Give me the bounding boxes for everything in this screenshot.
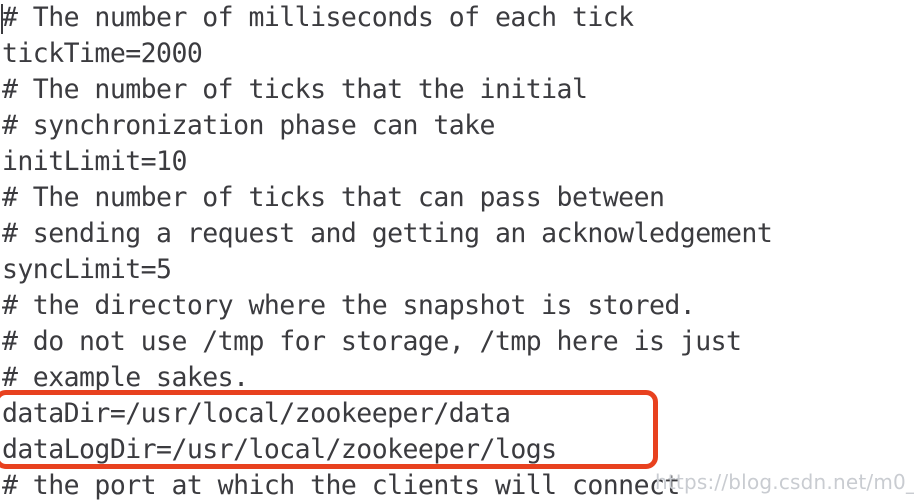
code-line-11[interactable]: # example sakes. — [2, 360, 249, 396]
text-caret — [1, 4, 3, 34]
code-line-5[interactable]: initLimit=10 — [2, 144, 187, 180]
code-line-8[interactable]: syncLimit=5 — [2, 252, 172, 288]
config-file-editor[interactable]: # The number of milliseconds of each tic… — [0, 0, 914, 504]
code-area[interactable]: # The number of milliseconds of each tic… — [0, 0, 914, 504]
code-line-2[interactable]: tickTime=2000 — [2, 36, 203, 72]
code-line-14[interactable]: # the port at which the clients will con… — [2, 468, 680, 504]
code-line-7[interactable]: # sending a request and getting an ackno… — [2, 216, 773, 252]
code-line-3[interactable]: # The number of ticks that the initial — [2, 72, 588, 108]
code-line-10[interactable]: # do not use /tmp for storage, /tmp here… — [2, 324, 742, 360]
site-watermark: https://blog.csdn.net/m0_37995169 — [655, 470, 914, 494]
code-line-13-datalogdir[interactable]: dataLogDir=/usr/local/zookeeper/logs — [2, 432, 557, 468]
code-line-4[interactable]: # synchronization phase can take — [2, 108, 496, 144]
code-line-6[interactable]: # The number of ticks that can pass betw… — [2, 180, 665, 216]
code-line-12-datadir[interactable]: dataDir=/usr/local/zookeeper/data — [2, 396, 511, 432]
code-line-9[interactable]: # the directory where the snapshot is st… — [2, 288, 696, 324]
code-line-1[interactable]: # The number of milliseconds of each tic… — [2, 0, 634, 36]
